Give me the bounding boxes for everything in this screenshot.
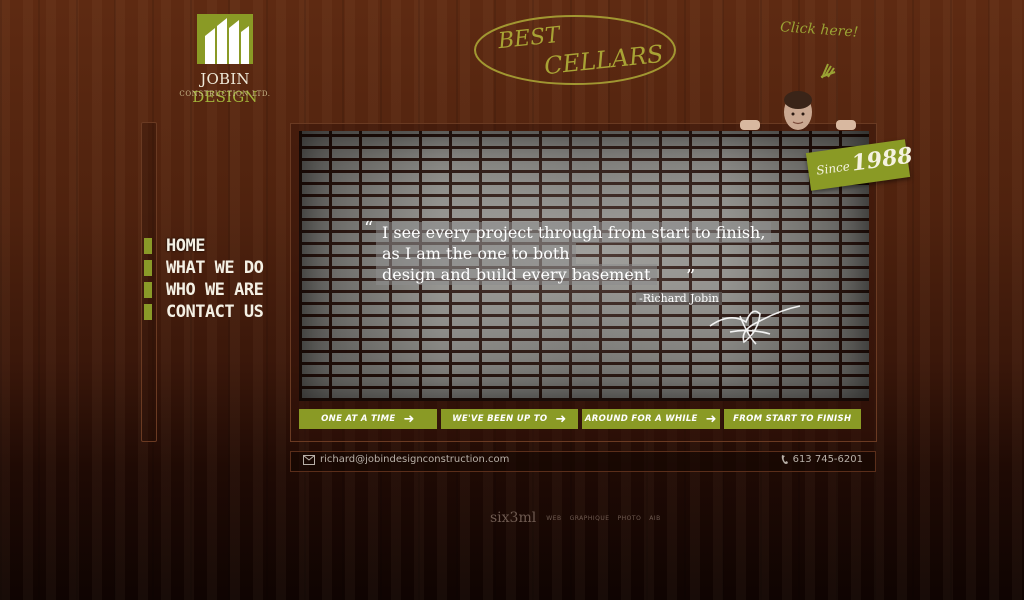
email-icon <box>303 454 315 465</box>
feature-tabs: one at a time ➜ we've been up to ➜ aroun… <box>299 409 861 429</box>
quote-line-2: as I am the one to both <box>376 243 576 264</box>
logo-subtitle: CONSTRUCTION LTD. <box>179 90 271 98</box>
nav-item-contact-us[interactable]: CONTACT US <box>144 301 264 323</box>
nav-bullet <box>144 304 152 320</box>
tab-label: we've been up to <box>452 414 548 424</box>
close-quote-mark: ” <box>686 266 696 287</box>
main-nav: HOME WHAT WE DO WHO WE ARE CONTACT US <box>144 235 264 323</box>
email-text: richard@jobindesignconstruction.com <box>320 454 510 465</box>
footer-credit: six3ml WEB GRAPHIQUE PHOTO AIB <box>490 510 661 526</box>
arrow-right-icon: ➜ <box>705 411 717 427</box>
logo[interactable]: JOBIN DESIGN CONSTRUCTION LTD. <box>170 14 280 106</box>
tab-one-at-a-time[interactable]: one at a time ➜ <box>299 409 437 429</box>
nav-bullet <box>144 282 152 298</box>
phone-text: 613 745-6201 <box>792 454 863 465</box>
best-cellars-sign[interactable]: BEST CELLARS <box>470 8 680 88</box>
footer-brand[interactable]: six3ml <box>490 510 536 526</box>
nav-item-label: HOME <box>166 236 205 256</box>
hand-pointer-icon <box>820 63 836 79</box>
nav-item-label: CONTACT US <box>166 302 264 322</box>
tab-around-for-a-while[interactable]: around for a while ➜ <box>582 409 720 429</box>
open-quote-mark: “ <box>364 218 374 239</box>
quote-block: I see every project through from start t… <box>376 222 806 285</box>
nav-item-home[interactable]: HOME <box>144 235 263 257</box>
contact-bar: richard@jobindesignconstruction.com 613 … <box>290 451 876 472</box>
house-logo-icon <box>197 14 253 64</box>
arrow-right-icon: ➜ <box>403 411 415 427</box>
logo-name-part1: JOBIN <box>200 70 250 88</box>
footer-link[interactable]: GRAPHIQUE <box>570 515 610 522</box>
footer-link[interactable]: PHOTO <box>618 515 642 522</box>
peeking-person-image <box>740 91 856 130</box>
since-label: Since <box>815 159 851 178</box>
click-here-link[interactable]: Click here! <box>780 19 859 40</box>
nav-bullet <box>144 238 152 254</box>
tab-label: from start to finish <box>733 414 852 424</box>
email-link[interactable]: richard@jobindesignconstruction.com <box>303 454 509 465</box>
footer-link[interactable]: AIB <box>649 515 661 522</box>
tab-label: one at a time <box>321 414 396 424</box>
nav-item-label: WHO WE ARE <box>166 280 264 300</box>
footer-links: WEB GRAPHIQUE PHOTO AIB <box>546 515 661 522</box>
tab-label: around for a while <box>584 414 698 424</box>
phone-number[interactable]: 613 745-6201 <box>781 454 863 465</box>
tab-weve-been-up-to[interactable]: we've been up to ➜ <box>440 409 578 429</box>
nav-item-what-we-do[interactable]: WHAT WE DO <box>144 257 264 279</box>
footer-link[interactable]: WEB <box>546 515 561 522</box>
nav-bullet <box>144 260 152 276</box>
nav-item-label: WHAT WE DO <box>166 258 264 278</box>
nav-item-who-we-are[interactable]: WHO WE ARE <box>144 279 264 301</box>
arrow-right-icon: ➜ <box>555 411 567 427</box>
quote-line-3: design and build every basement <box>376 264 657 285</box>
since-year: 1988 <box>849 142 915 177</box>
logo-name: JOBIN DESIGN <box>170 70 280 106</box>
tab-from-start-to-finish[interactable]: from start to finish <box>723 409 861 429</box>
quote-line-1: I see every project through from start t… <box>376 222 772 243</box>
phone-icon <box>781 455 788 464</box>
signature-image <box>709 305 801 345</box>
